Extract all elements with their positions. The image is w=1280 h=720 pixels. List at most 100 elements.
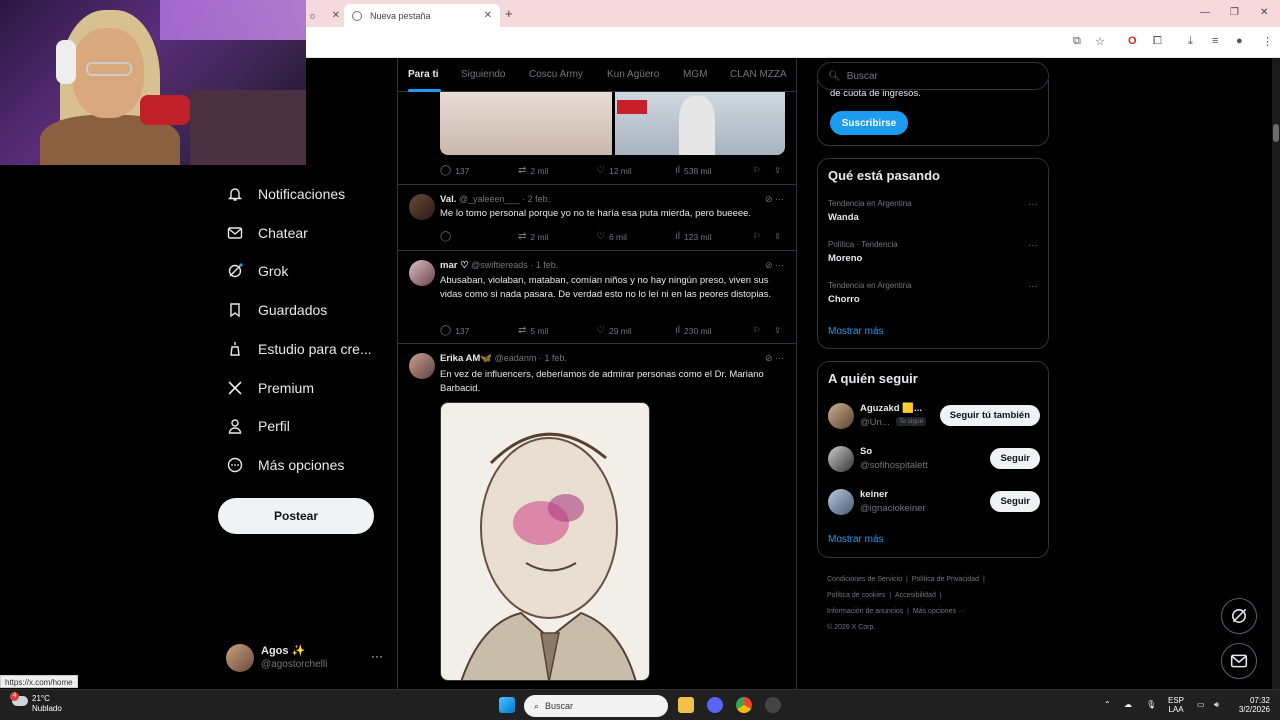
nav-item-premium[interactable]: Premium [226,376,314,400]
reply-action[interactable]: ◯ 137 [440,165,469,176]
author-handle[interactable]: @eadanm [495,353,537,363]
post-date[interactable]: · 1 feb. [539,353,567,363]
show-more-link[interactable]: Mostrar más [828,326,884,337]
nav-item-grok[interactable]: Grok [226,259,288,283]
display-icon[interactable]: ▭ [1197,700,1205,709]
footer-link[interactable]: Accesibilidad [895,592,936,599]
star-icon[interactable]: ☆ [1095,35,1105,48]
repost-action[interactable]: ⇄ 2 mil [518,231,548,242]
nav-item-notifications[interactable]: Notificaciones [226,182,345,206]
network-icon[interactable]: ☁ [1124,700,1132,709]
plus-icon[interactable]: + [505,6,513,21]
more-icon[interactable]: ⊘ ··· [765,353,784,364]
more-icon[interactable]: ··· [371,649,383,663]
avatar[interactable] [409,260,435,286]
suggestion-name[interactable]: Aguzakd 🟨... [860,403,922,414]
profile-avatar-icon[interactable]: ● [1236,35,1243,47]
clock[interactable]: 07:32 3/2/2026 [1232,696,1270,714]
suggestion-name[interactable]: So [860,446,872,457]
nav-item-more[interactable]: Más opciones [226,453,344,477]
messages-fab[interactable] [1221,643,1257,679]
share-icon[interactable]: ⇪ [774,231,781,242]
share-icon[interactable]: ⇪ [774,165,781,176]
follow-back-button[interactable]: Seguir tú también [939,405,1040,426]
post-media-left[interactable] [440,92,612,155]
post[interactable]: Val. @_yaleeen___ · 2 feb. ⊘ ··· Me lo t… [398,185,796,251]
more-icon[interactable]: ··· [1028,199,1038,210]
like-action[interactable]: ♡ 29 mil [596,325,632,336]
follow-suggestion[interactable]: Aguzakd 🟨... @Un... Te sigue Seguir tú t… [828,401,1040,431]
follow-suggestion[interactable]: keiner @ignaciokeiner Seguir [828,487,1040,517]
follow-button[interactable]: Seguir [990,491,1040,512]
repost-action[interactable]: ⇄ 5 mil [518,325,548,336]
avatar[interactable] [828,446,854,472]
avatar[interactable] [828,403,854,429]
author-name[interactable]: Erika AM🦋 [440,353,492,364]
nav-item-chat[interactable]: Chatear [226,221,308,245]
post[interactable]: Erika AM🦋 @eadanm · 1 feb. ⊘ ··· En vez … [398,344,796,690]
post-date[interactable]: · 1 feb. [530,260,558,270]
reply-action[interactable]: ◯ 137 [440,325,469,336]
tab-kun-aguero[interactable]: Kun Agüero [607,69,659,80]
follow-suggestion[interactable]: So @sofihospitalett Seguir [828,444,1040,474]
more-icon[interactable]: ⊘ ··· [765,194,784,205]
author-name[interactable]: mar ♡ [440,260,469,271]
share-icon[interactable]: ⇪ [774,325,781,336]
trend-item[interactable]: Política · Tendencia Moreno ··· [828,240,1038,264]
footer-link[interactable]: Política de cookies [827,592,885,599]
repost-action[interactable]: ⇄ 2 mil [518,165,548,176]
tab-following[interactable]: Siguiendo [461,69,505,80]
weather-widget[interactable]: 4 21°C Nublado [10,692,62,714]
nav-item-bookmarks[interactable]: Guardados [226,298,327,322]
more-icon[interactable]: ⊘ ··· [765,260,784,271]
bookmark-icon[interactable]: ⚐ [753,231,761,242]
scrollbar-thumb[interactable] [1273,124,1279,142]
post-media-right[interactable] [615,92,785,155]
file-explorer-icon[interactable] [678,697,694,713]
reply-action[interactable]: ◯ [440,231,455,242]
mic-icon[interactable]: 🎙︎ [1146,700,1156,709]
author-handle[interactable]: @_yaleeen___ [459,194,520,204]
footer-link[interactable]: Información de anuncios [827,608,903,615]
trend-item[interactable]: Tendencia en Argentina Wanda ··· [828,199,1038,223]
windows-start-icon[interactable] [499,697,515,713]
extensions-icon[interactable]: ⧠ [1153,35,1162,48]
minimize-icon[interactable]: — [1200,7,1210,18]
like-action[interactable]: ♡ 12 mil [596,165,632,176]
trend-item[interactable]: Tendencia en Argentina Chorro ··· [828,281,1038,305]
subscribe-button[interactable]: Suscribirse [830,111,908,135]
author-handle[interactable]: @swiftiereads [471,260,528,270]
tab-coscu-army[interactable]: Coscu Army [529,69,583,80]
install-icon[interactable]: ⧉ [1073,35,1081,48]
grok-fab[interactable] [1221,598,1257,634]
page-scrollbar[interactable] [1272,58,1280,690]
app-icon[interactable] [765,697,781,713]
follow-button[interactable]: Seguir [990,448,1040,469]
author-name[interactable]: Val. [440,194,456,205]
bookmark-icon[interactable]: ⚐ [753,325,761,336]
close-icon[interactable]: ✕ [484,10,492,21]
avatar[interactable] [409,194,435,220]
post-button[interactable]: Postear [218,498,374,534]
views-action[interactable]: ıl 538 mil [675,165,711,176]
views-action[interactable]: ıl 123 mil [675,231,711,242]
chevron-up-icon[interactable]: ⌃ [1104,700,1111,709]
bookmark-icon[interactable]: ⚐ [753,165,761,176]
taskbar-search[interactable]: ⌕ Buscar [524,695,668,717]
post-date[interactable]: · 2 feb. [522,194,550,204]
like-action[interactable]: ♡ 6 mil [596,231,627,242]
discord-icon[interactable] [707,697,723,713]
account-switcher[interactable]: Agos ✨ @agostorchelli ··· [226,643,386,675]
nav-item-profile[interactable]: Perfil [226,414,290,438]
close-window-icon[interactable]: ✕ [1260,7,1268,18]
suggestion-name[interactable]: keiner [860,489,888,500]
language-indicator[interactable]: ESP LAA [1168,696,1184,714]
tab-clan-mzza[interactable]: CLAN MZZA [730,69,787,80]
nav-item-studio[interactable]: Estudio para cre... [226,337,372,361]
restore-icon[interactable]: ❐ [1230,7,1239,18]
tab-for-you[interactable]: Para ti [408,69,439,80]
views-action[interactable]: ıl 230 mil [675,325,711,336]
post[interactable]: mar ♡ @swiftiereads · 1 feb. ⊘ ··· Abusa… [398,251,796,344]
opera-icon[interactable]: O [1128,35,1137,47]
kebab-menu-icon[interactable]: ⋮ [1262,35,1273,48]
